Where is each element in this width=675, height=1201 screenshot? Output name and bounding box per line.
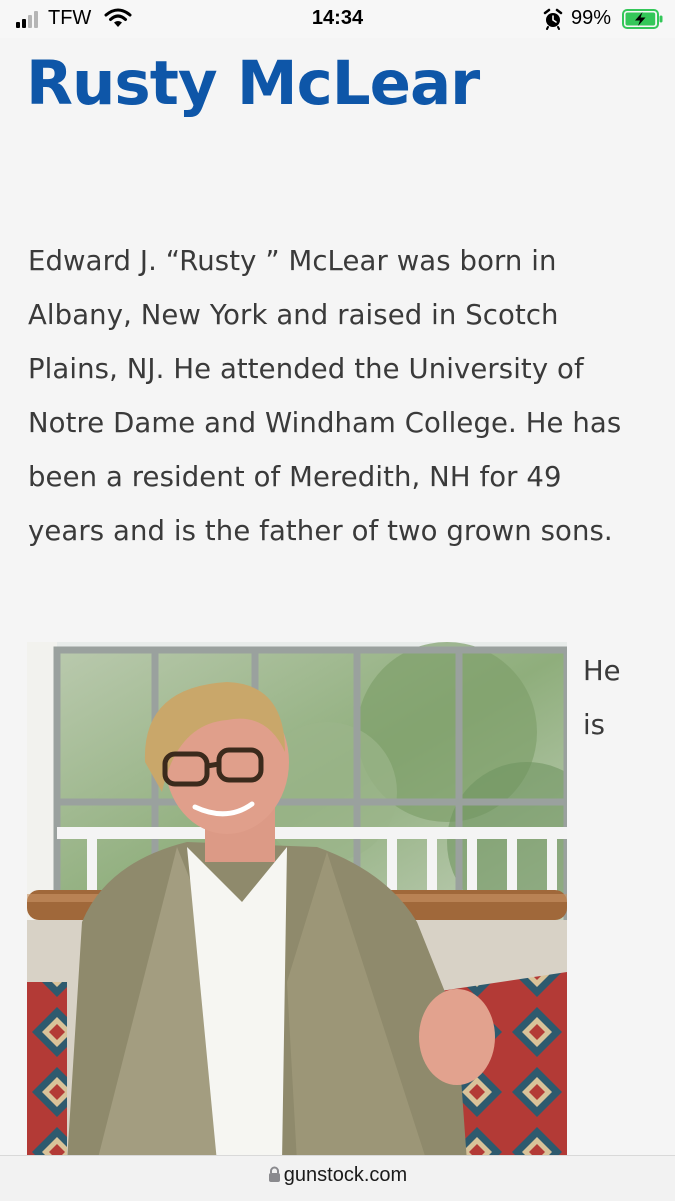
bio-paragraph: Edward J. “Rusty ” McLear was born in Al… (28, 245, 622, 547)
status-bar: TFW 14:34 99% (0, 0, 675, 38)
lock-icon (268, 1166, 280, 1182)
alarm-icon (543, 8, 563, 30)
wrap-word-he: He (583, 655, 621, 687)
battery-percent: 99% (571, 7, 612, 29)
url-domain[interactable]: gunstock.com (284, 1164, 407, 1186)
page-title: Rusty McLear (26, 48, 480, 119)
battery-charging-icon (622, 9, 663, 29)
url-bar[interactable]: gunstock.com (0, 1155, 675, 1201)
wrapped-text: He is (583, 644, 643, 752)
portrait-photo (27, 642, 567, 1162)
wrap-word-is: is (583, 709, 605, 741)
